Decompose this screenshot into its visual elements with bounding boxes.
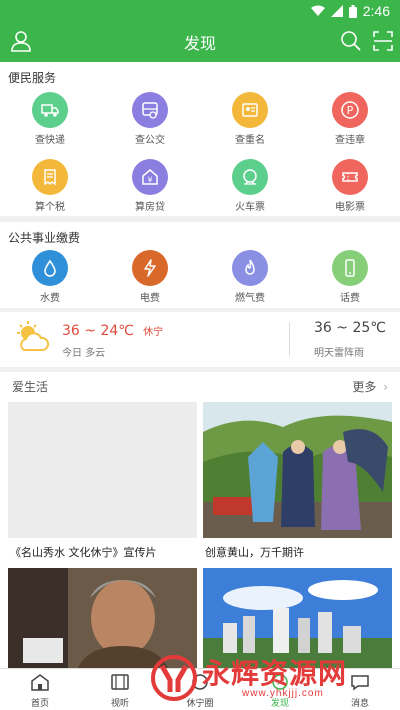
more-link[interactable]: 更多 › <box>352 378 388 395</box>
nav-label: 首页 <box>30 699 49 709</box>
utilities-title: 公共事业缴费 <box>8 231 81 245</box>
scan-icon[interactable] <box>372 30 394 52</box>
watermark-text: 永辉资源网 <box>202 657 348 690</box>
city-name: 休宁 <box>143 327 164 338</box>
service-tax[interactable]: 算个税 <box>12 159 88 213</box>
train-icon <box>232 159 268 195</box>
utilities-section: 公共事业缴费 水费 电费 燃气费 话费 <box>0 222 400 308</box>
services-section: 便民服务 查快递 查公交 查重名 P 查违章 算个税 ¥ 算房贷 火车票 电影票 <box>0 62 400 216</box>
service-movie[interactable]: 电影票 <box>312 159 388 213</box>
svg-text:P: P <box>347 104 354 117</box>
battery-icon <box>348 4 357 18</box>
divider <box>289 322 290 356</box>
bus-icon <box>132 92 168 128</box>
service-mortgage[interactable]: ¥ 算房贷 <box>112 159 188 213</box>
search-icon[interactable] <box>340 30 362 52</box>
video-thumbnail[interactable] <box>8 402 197 538</box>
more-label: 更多 <box>352 380 377 394</box>
utility-label: 燃气费 <box>235 293 265 304</box>
card-caption[interactable]: 《名山秀水 文化休宁》宣传片 <box>10 544 157 560</box>
tomorrow-weather: 明天雷阵雨 <box>314 348 364 359</box>
utility-gas[interactable]: 燃气费 <box>212 250 288 304</box>
service-label: 查公交 <box>135 135 165 146</box>
watermark-logo-icon <box>151 655 197 701</box>
service-label: 电影票 <box>335 202 365 213</box>
service-name-check[interactable]: 查重名 <box>212 92 288 146</box>
utility-label: 电费 <box>140 293 160 304</box>
services-title: 便民服务 <box>8 71 57 85</box>
app-bar: 发现 <box>0 22 400 62</box>
nav-video[interactable]: 视听 <box>80 673 160 709</box>
service-train[interactable]: 火车票 <box>212 159 288 213</box>
wifi-icon <box>310 5 325 16</box>
tomorrow-temperature: 36 ~ 25℃ <box>314 320 386 336</box>
service-label: 查快递 <box>35 135 65 146</box>
status-bar: 2:46 <box>0 0 400 22</box>
nav-home[interactable]: 首页 <box>0 673 80 709</box>
home-icon <box>31 674 49 691</box>
film-icon <box>111 674 129 690</box>
status-time: 2:46 <box>362 3 390 19</box>
svg-text:¥: ¥ <box>147 176 152 185</box>
utility-label: 话费 <box>340 293 360 304</box>
watermark: 永辉资源网 www.yhkjjj.com <box>150 650 400 708</box>
service-label: 火车票 <box>235 202 265 213</box>
truck-icon <box>32 92 68 128</box>
lightning-icon <box>132 250 168 286</box>
chevron-right-icon: › <box>383 380 388 394</box>
photo-thumbnail[interactable] <box>203 402 392 538</box>
house-yen-icon: ¥ <box>132 159 168 195</box>
service-label: 查重名 <box>235 135 265 146</box>
service-violation[interactable]: P 查违章 <box>312 92 388 146</box>
card-caption[interactable]: 创意黄山，万千期许 <box>205 544 304 560</box>
phone-icon <box>332 250 368 286</box>
life-section: 爱生活 更多 › 《名山秀水 文化休宁》宣传片 创意黄山，万千期许 <box>0 372 400 668</box>
utility-phone[interactable]: 话费 <box>312 250 388 304</box>
id-card-icon <box>232 92 268 128</box>
utility-label: 水费 <box>40 293 60 304</box>
ticket-icon <box>332 159 368 195</box>
service-label: 算房贷 <box>135 202 165 213</box>
water-drop-icon <box>32 250 68 286</box>
watermark-url: www.yhkjjj.com <box>242 688 324 699</box>
flame-icon <box>232 250 268 286</box>
life-title: 爱生活 <box>12 380 49 394</box>
receipt-icon <box>32 159 68 195</box>
service-label: 算个税 <box>35 202 65 213</box>
today-temperature: 36 ~ 24℃ <box>62 323 134 339</box>
service-express[interactable]: 查快递 <box>12 92 88 146</box>
signal-icon <box>330 5 343 17</box>
service-label: 查违章 <box>335 135 365 146</box>
partly-cloudy-icon <box>17 321 50 351</box>
weather-panel[interactable]: 36 ~ 24℃ 休宁 今日 多云 36 ~ 25℃ 明天雷阵雨 <box>0 312 400 367</box>
today-weather: 今日 多云 <box>62 348 106 359</box>
utility-electric[interactable]: 电费 <box>112 250 188 304</box>
utility-water[interactable]: 水费 <box>12 250 88 304</box>
parking-icon: P <box>332 92 368 128</box>
nav-label: 视听 <box>110 699 129 709</box>
service-bus[interactable]: 查公交 <box>112 92 188 146</box>
